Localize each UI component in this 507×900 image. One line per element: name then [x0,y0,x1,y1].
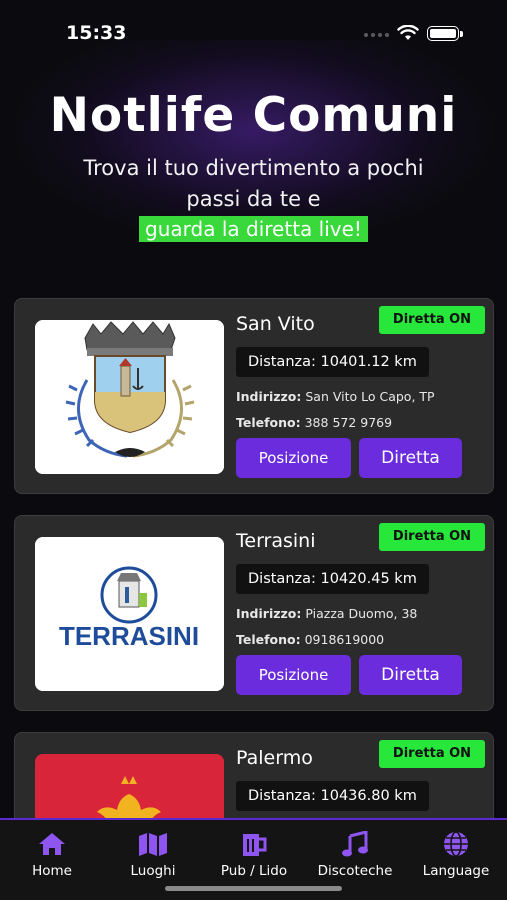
address-value: San Vito Lo Capo, TP [305,389,435,404]
distance-badge: Distanza: 10401.12 km [236,347,429,377]
coat-of-arms-logo [35,320,224,474]
terrasini-logo-text: TERRASINI [59,621,199,651]
subtitle-highlight: guarda la diretta live! [139,216,368,242]
address-label: Indirizzo: [236,389,302,404]
place-name: Terrasini [236,530,316,552]
subtitle-line: passi da te e [186,187,321,211]
live-status-badge: Diretta ON [379,740,485,768]
place-name: Palermo [236,747,313,769]
live-button[interactable]: Diretta [359,438,462,478]
page-title: Notlife Comuni [49,88,458,143]
subtitle-highlight-row: guarda la diretta live! [0,216,507,242]
address-row: Indirizzo: Piazza Duomo, 38 [236,606,417,621]
tab-label: Pub / Lido [220,863,288,879]
phone-label: Telefono: [236,415,301,430]
cellular-signal-icon [364,33,389,37]
battery-icon [427,26,463,41]
music-note-icon [305,830,405,858]
phone-row: Telefono: 0918619000 [236,632,384,647]
tab-label: Discoteche [317,863,393,879]
distance-badge: Distanza: 10436.80 km [236,781,429,811]
place-card-terrasini[interactable]: TERRASINI Terrasini Diretta ON Distanza:… [14,515,494,711]
place-name: San Vito [236,313,315,335]
phone-value[interactable]: 0918619000 [305,632,385,647]
tab-luoghi[interactable]: Luoghi [103,830,203,879]
place-card-palermo[interactable]: Palermo Diretta ON Distanza: 10436.80 km [14,732,494,818]
position-button[interactable]: Posizione [236,655,351,695]
page-subtitle: Trova il tuo divertimento a pochi passi … [0,153,507,215]
live-status-badge: Diretta ON [379,306,485,334]
address-label: Indirizzo: [236,606,302,621]
wifi-icon [397,25,419,40]
home-indicator [165,886,342,891]
globe-icon [406,830,506,858]
distance-badge: Distanza: 10420.45 km [236,564,429,594]
terrasini-logo: TERRASINI [35,537,224,691]
phone-row: Telefono: 388 572 9769 [236,415,392,430]
tab-label: Luoghi [130,863,176,879]
places-list[interactable]: San Vito Diretta ON Distanza: 10401.12 k… [14,298,494,818]
position-button[interactable]: Posizione [236,438,351,478]
live-status-badge: Diretta ON [379,523,485,551]
status-bar: 15:33 [0,0,507,60]
live-button[interactable]: Diretta [359,655,462,695]
beer-icon [204,830,304,858]
phone-label: Telefono: [236,632,301,647]
tab-discoteche[interactable]: Discoteche [305,830,405,879]
tab-pub-lido[interactable]: Pub / Lido [204,830,304,879]
place-card-san-vito[interactable]: San Vito Diretta ON Distanza: 10401.12 k… [14,298,494,494]
home-icon [2,830,102,858]
phone-value[interactable]: 388 572 9769 [305,415,392,430]
address-row: Indirizzo: San Vito Lo Capo, TP [236,389,435,404]
tab-home[interactable]: Home [2,830,102,879]
tab-label: Language [422,863,490,879]
tab-language[interactable]: Language [406,830,506,879]
tab-label: Home [32,863,72,879]
map-icon [103,830,203,858]
status-time: 15:33 [66,22,127,44]
palermo-logo [35,754,224,818]
address-value: Piazza Duomo, 38 [305,606,418,621]
subtitle-line: Trova il tuo divertimento a pochi [83,156,424,180]
